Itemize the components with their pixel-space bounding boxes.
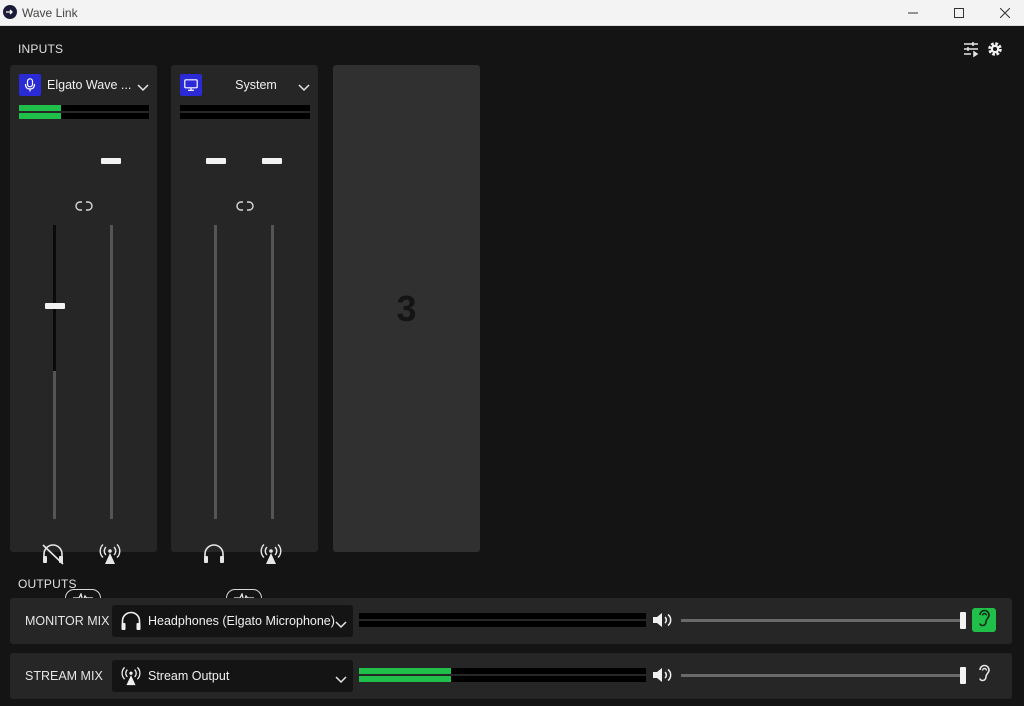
- inputs-label: INPUTS: [18, 42, 64, 56]
- level-meter-left: [180, 105, 310, 111]
- level-meter-right: [19, 113, 149, 119]
- level-meter-left: [19, 105, 149, 111]
- meter-bar: [359, 676, 646, 682]
- output-device-select[interactable]: Stream Output: [112, 660, 353, 692]
- broadcast-icon: [120, 666, 142, 691]
- headphones-icon[interactable]: [202, 543, 226, 570]
- chevron-down-icon: [335, 671, 347, 689]
- link-icon[interactable]: [236, 199, 254, 217]
- chevron-down-icon[interactable]: [298, 79, 310, 97]
- close-button[interactable]: [982, 0, 1024, 26]
- headphones-muted-icon[interactable]: [41, 543, 65, 570]
- ear-icon: [977, 664, 991, 687]
- meter-bar: [359, 668, 646, 674]
- input-channel-elgato-wave: Elgato Wave ...: [10, 65, 157, 607]
- maximize-button[interactable]: [936, 0, 982, 26]
- meter-bar: [359, 613, 646, 619]
- meter-fill: [359, 676, 451, 682]
- slot-number: 3: [396, 287, 417, 329]
- meter-fill: [359, 668, 451, 674]
- microphone-icon: [19, 74, 41, 96]
- monitor-volume-slider[interactable]: [214, 225, 217, 519]
- broadcast-icon[interactable]: [98, 543, 122, 570]
- speaker-icon[interactable]: [651, 666, 673, 689]
- speaker-icon[interactable]: [651, 611, 673, 634]
- app-logo-icon: [3, 5, 17, 19]
- output-volume-thumb[interactable]: [960, 667, 966, 684]
- meter-fill: [19, 113, 61, 119]
- slider-active-range: [53, 225, 56, 371]
- output-device-label: Stream Output: [148, 669, 230, 683]
- gear-icon[interactable]: [986, 40, 1004, 63]
- link-icon[interactable]: [75, 199, 93, 217]
- output-name: MONITOR MIX: [25, 614, 110, 628]
- meter-bar: [359, 621, 646, 627]
- minimize-button[interactable]: [890, 0, 936, 26]
- output-row-monitor-mix: MONITOR MIX Headphones (Elgato Microphon…: [10, 598, 1012, 644]
- stream-volume-slider[interactable]: [110, 225, 113, 519]
- output-row-stream-mix: STREAM MIX Stream Output: [10, 653, 1012, 699]
- stream-volume-thumb[interactable]: [262, 158, 282, 164]
- broadcast-icon[interactable]: [259, 543, 283, 570]
- channel-name: System: [235, 78, 277, 92]
- output-device-select[interactable]: Headphones (Elgato Microphone): [112, 605, 353, 637]
- outputs-label: OUTPUTS: [18, 577, 77, 591]
- listen-toggle-button[interactable]: [972, 663, 996, 687]
- output-level-meter: [359, 612, 646, 628]
- channel-header[interactable]: System: [180, 74, 310, 96]
- monitor-volume-slider[interactable]: [53, 225, 56, 519]
- output-volume-thumb[interactable]: [960, 612, 966, 629]
- output-name: STREAM MIX: [25, 669, 103, 683]
- chevron-down-icon: [335, 616, 347, 634]
- output-device-label: Headphones (Elgato Microphone): [148, 614, 335, 628]
- top-toolbar: [962, 40, 1004, 63]
- listen-toggle-button[interactable]: [972, 608, 996, 632]
- monitor-volume-thumb[interactable]: [45, 303, 65, 309]
- ear-icon: [977, 609, 991, 632]
- output-level-meter: [359, 667, 646, 683]
- headphones-icon: [120, 611, 142, 636]
- stream-volume-slider[interactable]: [271, 225, 274, 519]
- channel-name: Elgato Wave ...: [47, 78, 132, 92]
- meter-fill: [19, 105, 61, 111]
- input-channel-system: System: [171, 65, 318, 607]
- monitor-volume-thumb[interactable]: [206, 158, 226, 164]
- window-title: Wave Link: [22, 6, 78, 20]
- title-bar: Wave Link: [0, 0, 1024, 26]
- output-volume-slider[interactable]: [681, 674, 964, 677]
- chevron-down-icon[interactable]: [137, 79, 149, 97]
- channel-header[interactable]: Elgato Wave ...: [19, 74, 149, 96]
- add-input-slot[interactable]: 3: [333, 65, 480, 552]
- monitor-icon: [180, 74, 202, 96]
- stream-volume-thumb[interactable]: [101, 158, 121, 164]
- mixer-settings-icon[interactable]: [962, 40, 980, 63]
- output-volume-slider[interactable]: [681, 619, 964, 622]
- level-meter-right: [180, 113, 310, 119]
